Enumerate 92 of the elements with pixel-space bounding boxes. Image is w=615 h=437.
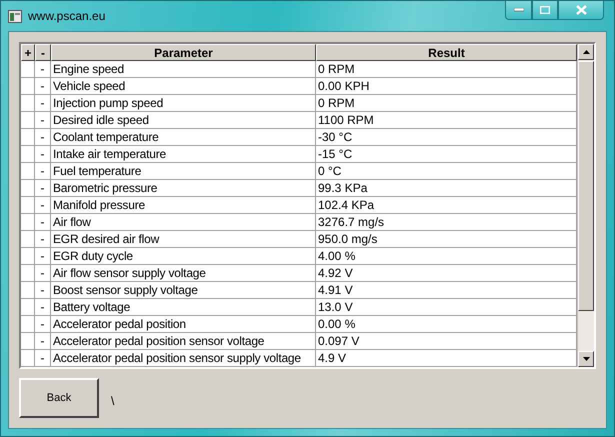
collapse-toggle[interactable]: -: [35, 180, 51, 197]
collapse-toggle[interactable]: -: [35, 78, 51, 95]
close-icon: [576, 5, 586, 15]
parameter-cell: Vehicle speed: [51, 78, 316, 95]
collapse-toggle[interactable]: -: [35, 282, 51, 299]
parameter-cell: Accelerator pedal position: [51, 316, 316, 333]
result-cell: 0.097 V: [316, 333, 577, 350]
result-cell: 4.92 V: [316, 265, 577, 282]
window-title: www.pscan.eu: [28, 9, 106, 23]
table-cell: [21, 299, 35, 316]
collapse-toggle[interactable]: -: [35, 61, 51, 78]
result-cell: 4.91 V: [316, 282, 577, 299]
result-cell: 3276.7 mg/s: [316, 214, 577, 231]
parameter-cell: EGR desired air flow: [51, 231, 316, 248]
table-cell: [21, 129, 35, 146]
app-icon: [8, 10, 22, 22]
collapse-toggle[interactable]: -: [35, 265, 51, 282]
collapse-toggle[interactable]: -: [35, 231, 51, 248]
parameter-cell: Accelerator pedal position sensor supply voltage: [51, 350, 316, 367]
parameter-cell: Battery voltage: [51, 299, 316, 316]
table-cell: [21, 231, 35, 248]
table-cell: [21, 316, 35, 333]
parameter-cell: Engine speed: [51, 61, 316, 78]
column-header[interactable]: +: [21, 44, 35, 61]
down-arrow-icon: [582, 357, 590, 361]
scroll-up-button[interactable]: [578, 44, 594, 60]
parameter-cell: Fuel temperature: [51, 163, 316, 180]
parameter-cell: Intake air temperature: [51, 146, 316, 163]
result-cell: -15 °C: [316, 146, 577, 163]
column-header[interactable]: Result: [316, 44, 577, 61]
parameter-cell: Manifold pressure: [51, 197, 316, 214]
result-cell: 0 RPM: [316, 95, 577, 112]
column-header[interactable]: Parameter: [51, 44, 316, 61]
up-arrow-icon: [582, 50, 590, 54]
scroll-down-button[interactable]: [578, 351, 594, 367]
table-cell: [21, 214, 35, 231]
result-cell: -30 °C: [316, 129, 577, 146]
status-text: \: [111, 394, 114, 408]
parameter-cell: Accelerator pedal position sensor voltage: [51, 333, 316, 350]
table-cell: [21, 265, 35, 282]
parameter-cell: Air flow: [51, 214, 316, 231]
collapse-toggle[interactable]: -: [35, 248, 51, 265]
parameter-cell: Injection pump speed: [51, 95, 316, 112]
result-cell: 4.9 V: [316, 350, 577, 367]
result-cell: 950.0 mg/s: [316, 231, 577, 248]
collapse-toggle[interactable]: -: [35, 129, 51, 146]
table-cell: [21, 282, 35, 299]
parameter-cell: Barometric pressure: [51, 180, 316, 197]
collapse-toggle[interactable]: -: [35, 214, 51, 231]
table-cell: [21, 95, 35, 112]
scroll-thumb[interactable]: [578, 61, 594, 311]
close-button[interactable]: [558, 1, 604, 20]
maximize-button[interactable]: [532, 1, 558, 20]
collapse-toggle[interactable]: -: [35, 350, 51, 367]
column-header[interactable]: -: [35, 44, 51, 61]
table-cell: [21, 350, 35, 367]
collapse-toggle[interactable]: -: [35, 112, 51, 129]
table-cell: [21, 333, 35, 350]
collapse-toggle[interactable]: -: [35, 95, 51, 112]
parameter-cell: Boost sensor supply voltage: [51, 282, 316, 299]
result-cell: 99.3 KPa: [316, 180, 577, 197]
table-cell: [21, 112, 35, 129]
collapse-toggle[interactable]: -: [35, 146, 51, 163]
parameter-cell: Air flow sensor supply voltage: [51, 265, 316, 282]
parameter-cell: Coolant temperature: [51, 129, 316, 146]
result-cell: 0 RPM: [316, 61, 577, 78]
collapse-toggle[interactable]: -: [35, 197, 51, 214]
maximize-icon: [540, 6, 550, 14]
result-cell: 13.0 V: [316, 299, 577, 316]
parameter-cell: Desired idle speed: [51, 112, 316, 129]
collapse-toggle[interactable]: -: [35, 163, 51, 180]
minimize-icon: [514, 8, 524, 12]
table-cell: [21, 146, 35, 163]
collapse-toggle[interactable]: -: [35, 333, 51, 350]
table-cell: [21, 163, 35, 180]
parameter-cell: EGR duty cycle: [51, 248, 316, 265]
back-button[interactable]: Back: [19, 378, 99, 418]
result-cell: 0.00 KPH: [316, 78, 577, 95]
table-cell: [21, 248, 35, 265]
result-cell: 4.00 %: [316, 248, 577, 265]
result-cell: 0.00 %: [316, 316, 577, 333]
result-cell: 1100 RPM: [316, 112, 577, 129]
minimize-button[interactable]: [505, 1, 532, 20]
collapse-toggle[interactable]: -: [35, 299, 51, 316]
collapse-toggle[interactable]: -: [35, 316, 51, 333]
result-cell: 0 °C: [316, 163, 577, 180]
result-cell: 102.4 KPa: [316, 197, 577, 214]
table-cell: [21, 197, 35, 214]
table-cell: [21, 180, 35, 197]
table-cell: [21, 61, 35, 78]
table-cell: [21, 78, 35, 95]
scrollbar[interactable]: [577, 44, 594, 367]
